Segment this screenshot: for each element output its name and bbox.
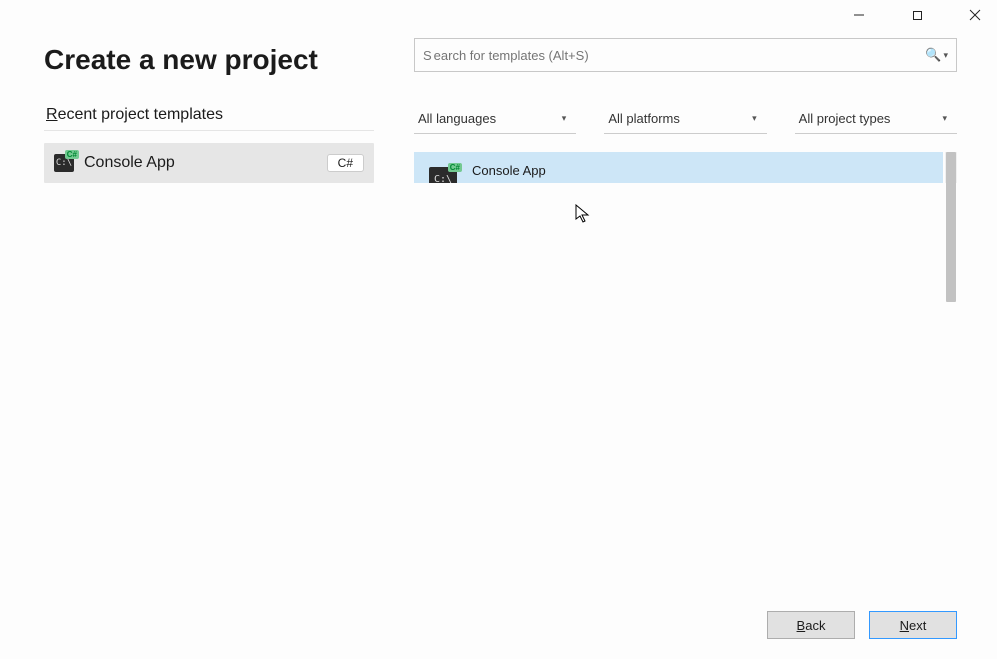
- chevron-down-icon: ▾: [942, 113, 947, 124]
- back-button[interactable]: Back: [767, 611, 855, 639]
- project-template-item[interactable]: C:\C# Console App A project for creating…: [414, 152, 943, 183]
- maximize-button[interactable]: [899, 1, 935, 29]
- chevron-down-icon: ▾: [562, 113, 567, 124]
- page-title: Create a new project: [44, 44, 374, 76]
- close-button[interactable]: [957, 1, 993, 29]
- divider: [44, 130, 374, 131]
- search-icon[interactable]: 🔍: [923, 47, 943, 63]
- console-icon: C:\C#: [54, 154, 74, 172]
- scrollbar-thumb[interactable]: [946, 152, 956, 302]
- recent-templates-label: Recent project templates: [46, 106, 374, 124]
- recent-item-label: Console App: [84, 154, 175, 172]
- language-filter-dropdown[interactable]: All languages ▾: [414, 104, 576, 134]
- language-badge: C#: [327, 154, 364, 172]
- next-button[interactable]: Next: [869, 611, 957, 639]
- platform-filter-dropdown[interactable]: All platforms ▾: [604, 104, 766, 134]
- chevron-down-icon[interactable]: ▾: [943, 50, 948, 61]
- search-input[interactable]: [424, 47, 924, 64]
- recent-template-item[interactable]: C:\C# Console App C#: [44, 143, 374, 183]
- search-templates-field[interactable]: S 🔍 ▾: [414, 38, 957, 72]
- project-list-scrollbar[interactable]: [945, 152, 957, 183]
- template-title: Console App: [472, 163, 931, 178]
- project-type-filter-dropdown[interactable]: All project types ▾: [795, 104, 957, 134]
- template-description: A project for creating a command-line ap…: [472, 182, 931, 183]
- mouse-cursor: [575, 204, 591, 224]
- chevron-down-icon: ▾: [752, 113, 757, 124]
- console-icon: C:\C#: [428, 165, 458, 183]
- minimize-button[interactable]: [841, 1, 877, 29]
